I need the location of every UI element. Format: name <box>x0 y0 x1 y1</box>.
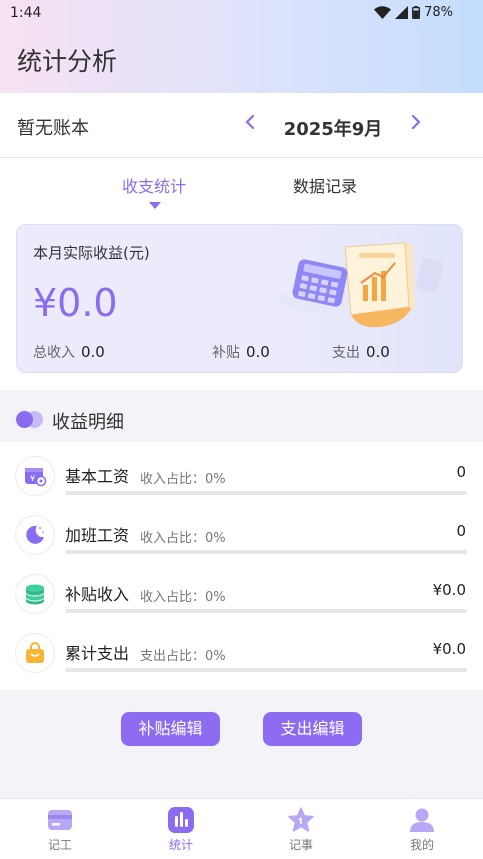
list-item-total-expense[interactable]: 累计支出 支出占比：0% ¥0.0 <box>0 619 483 678</box>
income-value: 0.0 <box>81 343 105 361</box>
row-ratio: 收入占比：0% <box>140 472 226 487</box>
prev-month-button[interactable] <box>240 112 260 136</box>
subsidy-stat: 补贴 0.0 <box>212 342 270 362</box>
battery-icon <box>412 6 421 19</box>
row-value: ¥0.0 <box>432 581 466 599</box>
ratio-bar <box>65 491 467 495</box>
details-list: ¥ 基本工资 收入占比：0% 0 加班工资 收入占比：0% 0 补贴收入 收入占… <box>0 442 483 690</box>
chart-icon <box>168 807 194 833</box>
nav-label: 统计 <box>168 838 193 852</box>
wifi-icon <box>374 6 392 19</box>
details-header: 收益明细 <box>0 400 483 442</box>
row-ratio: 收入占比：0% <box>140 590 226 605</box>
nav-item-work-log[interactable]: 记工 <box>30 807 90 853</box>
row-value: ¥0.0 <box>432 640 466 658</box>
person-icon <box>409 807 435 833</box>
moon-icon <box>16 516 54 554</box>
bag-icon <box>16 634 54 672</box>
status-icons: 78% <box>374 5 453 20</box>
ratio-bar <box>65 609 467 613</box>
ratio-bar <box>65 550 467 554</box>
nav-item-notes[interactable]: 记事 <box>271 807 331 853</box>
expense-stat: 支出 0.0 <box>332 342 390 362</box>
details-title: 收益明细 <box>52 412 124 433</box>
row-ratio: 收入占比：0% <box>140 531 226 546</box>
nav-item-statistics[interactable]: 统计 <box>151 807 211 853</box>
nav-label: 记事 <box>288 838 313 852</box>
star-icon <box>288 807 314 833</box>
list-item-subsidy-income[interactable]: 补贴收入 收入占比：0% ¥0.0 <box>0 560 483 619</box>
next-month-button[interactable] <box>406 112 426 136</box>
row-ratio: 支出占比：0% <box>140 649 226 664</box>
tab-data-records[interactable]: 数据记录 <box>293 173 357 197</box>
subsidy-value: 0.0 <box>246 343 270 361</box>
tab-indicator <box>149 202 161 209</box>
calculator-report-illustration <box>281 242 444 328</box>
ratio-bar <box>65 668 467 672</box>
page-title: 统计分析 <box>17 47 118 76</box>
list-item-overtime-salary[interactable]: 加班工资 收入占比：0% 0 <box>0 501 483 560</box>
row-name: 加班工资 <box>65 526 130 545</box>
chevron-right-icon <box>411 114 421 130</box>
summary-card: 本月实际收益(元) ¥0.0 总收入 0.0 补贴 0.0 支出 0.0 <box>16 224 463 373</box>
chevron-left-icon <box>245 114 255 130</box>
row-name: 基本工资 <box>65 467 130 486</box>
row-name: 补贴收入 <box>65 585 130 604</box>
expense-edit-button[interactable]: 支出编辑 <box>263 712 362 746</box>
nav-label: 我的 <box>409 838 434 852</box>
summary-label: 本月实际收益(元) <box>33 244 150 262</box>
bottom-nav: 记工 统计 记事 我的 <box>0 798 483 859</box>
expense-label: 支出 <box>332 345 360 361</box>
battery-level: 78% <box>424 5 453 20</box>
current-month[interactable]: 2025年9月 <box>276 115 390 141</box>
account-bar: 暂无账本 2025年9月 <box>0 93 483 158</box>
summary-amount: ¥0.0 <box>33 281 118 325</box>
row-value: 0 <box>456 522 466 540</box>
signal-icon <box>395 6 409 19</box>
subsidy-label: 补贴 <box>212 345 240 361</box>
nav-item-profile[interactable]: 我的 <box>392 807 452 853</box>
toggle-icon <box>16 411 43 428</box>
wallet-icon: ¥ <box>16 457 54 495</box>
svg-text:¥: ¥ <box>30 474 35 483</box>
status-bar: 1:44 78% <box>0 0 483 28</box>
tab-income-stats[interactable]: 收支统计 <box>122 173 186 197</box>
income-stat: 总收入 0.0 <box>33 342 105 362</box>
expense-value: 0.0 <box>366 343 390 361</box>
coins-icon <box>16 575 54 613</box>
subsidy-edit-button[interactable]: 补贴编辑 <box>121 712 220 746</box>
row-name: 累计支出 <box>65 644 130 663</box>
summary-panel: 收支统计 数据记录 本月实际收益(元) ¥0.0 总收入 0.0 补贴 0.0 支出… <box>0 158 483 390</box>
income-label: 总收入 <box>33 345 75 361</box>
account-name[interactable]: 暂无账本 <box>17 114 89 140</box>
list-item-basic-salary[interactable]: ¥ 基本工资 收入占比：0% 0 <box>0 442 483 501</box>
row-value: 0 <box>456 463 466 481</box>
status-time: 1:44 <box>10 5 42 21</box>
card-icon <box>47 807 73 833</box>
header: 1:44 78% 统计分析 <box>0 0 483 93</box>
nav-label: 记工 <box>47 838 72 852</box>
